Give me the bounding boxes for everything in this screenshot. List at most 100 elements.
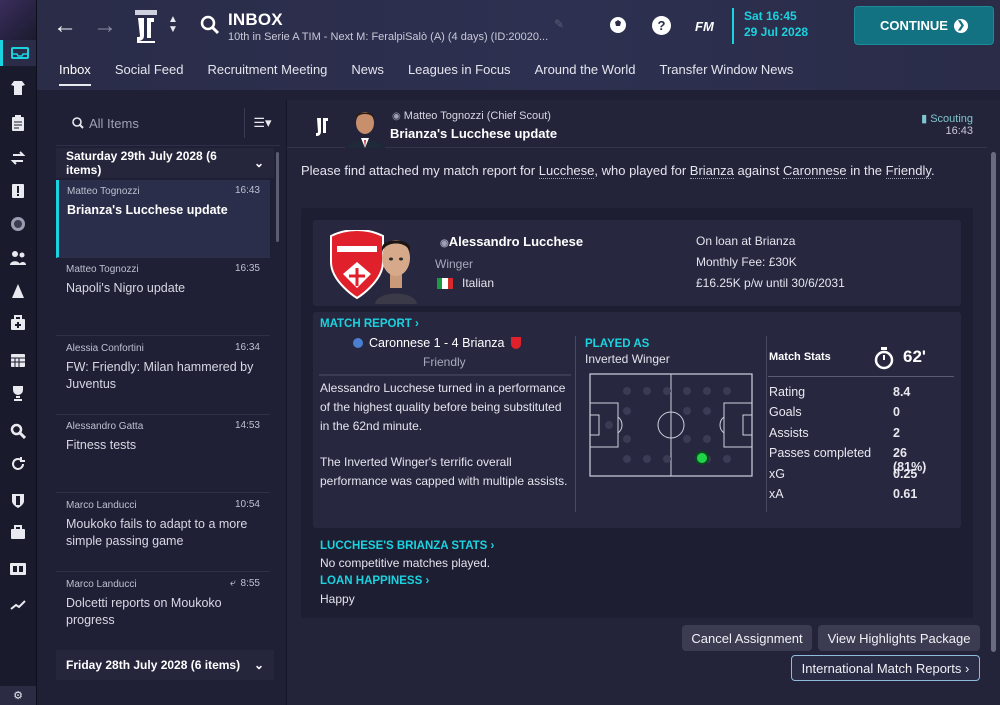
tag-icon: ▮	[921, 113, 928, 125]
match-report-link[interactable]: MATCH REPORT ›	[320, 318, 419, 330]
help-icon[interactable]: ?	[652, 16, 671, 35]
loan-happiness-link[interactable]: LOAN HAPPINESS ›	[320, 575, 429, 587]
alert-nav-icon[interactable]	[0, 178, 36, 204]
list-item[interactable]: Marco Landucci ⤶ 8:55 Dolcetti reports o…	[56, 573, 270, 651]
list-item[interactable]: Alessandro Gatta 14:53 Fitness tests	[56, 415, 270, 493]
list-scrollbar[interactable]	[276, 152, 279, 242]
divider	[766, 336, 767, 512]
refresh-nav-icon[interactable]	[0, 451, 36, 477]
list-search-bar[interactable]: All Items ☰▾	[56, 100, 280, 146]
player-link[interactable]: Lucchese	[538, 163, 595, 179]
intro-text: against	[733, 163, 784, 178]
stat-label: Assists	[769, 426, 809, 440]
transfers-nav-icon[interactable]	[0, 145, 36, 171]
stat-label: Goals	[769, 405, 802, 419]
message-subject: Napoli's Nigro update	[66, 281, 186, 295]
message-from: Matteo Tognozzi	[67, 186, 140, 197]
fm-menu-button[interactable]: FM	[695, 19, 714, 34]
person-icon: ◉	[392, 111, 401, 122]
divider	[319, 374, 571, 376]
news-ball-icon[interactable]	[609, 16, 627, 34]
match-result[interactable]: Caronnese 1 - 4 Brianza	[353, 336, 521, 350]
competitions-nav-icon[interactable]	[0, 211, 36, 237]
divider	[575, 336, 576, 512]
player-name[interactable]: ◉Alessandro Lucchese	[440, 234, 583, 249]
inbox-tabs: Inbox Social Feed Recruitment Meeting Ne…	[47, 60, 805, 86]
club-switch-chevrons-icon[interactable]: ▲ ▼	[168, 15, 178, 35]
message-subject: Brianza's Lucchese update	[67, 203, 228, 217]
inbox-nav-icon[interactable]	[0, 40, 36, 66]
medical-nav-icon[interactable]	[0, 310, 36, 336]
intro-text: .	[930, 163, 935, 178]
game-logo-icon[interactable]	[0, 0, 36, 40]
stat-row: Passes completed 26 (81%)	[769, 446, 926, 474]
top-header: ← → ▲ ▼ INBOX 10th in Serie A TIM - Next …	[37, 0, 1000, 90]
scout-avatar[interactable]	[345, 106, 385, 148]
continue-button[interactable]: CONTINUE ❯	[854, 6, 994, 45]
tab-news[interactable]: News	[339, 60, 396, 86]
divider	[768, 376, 954, 377]
club-crest-icon[interactable]	[135, 10, 157, 44]
tactics-nav-icon[interactable]	[0, 110, 36, 136]
category-tag-label: Scouting	[930, 113, 973, 125]
training-nav-icon[interactable]	[0, 278, 36, 304]
tab-inbox[interactable]: Inbox	[47, 60, 103, 86]
competition-link[interactable]: Friendly	[885, 163, 931, 179]
schedule-nav-icon[interactable]	[0, 347, 36, 373]
message-from: Matteo Tognozzi	[66, 264, 139, 275]
home-club-icon	[353, 338, 363, 348]
forward-arrow-icon[interactable]: →	[93, 14, 117, 38]
chevron-down-icon: ⌄	[253, 658, 264, 672]
club-link[interactable]: Brianza	[689, 163, 734, 179]
search-icon[interactable]	[200, 15, 220, 35]
game-date-box[interactable]: Sat 16:45 29 Jul 2028	[732, 8, 808, 44]
settings-gear-icon[interactable]: ⚙	[0, 686, 36, 705]
sender-name[interactable]: ◉ Matteo Tognozzi (Chief Scout)	[392, 110, 551, 122]
message-time: 16:43	[234, 185, 260, 196]
player-wage: £16.25K p/w until 30/6/2031	[696, 276, 845, 290]
edit-pencil-icon[interactable]: ✎	[554, 17, 564, 31]
trophy-nav-icon[interactable]	[0, 380, 36, 406]
list-item[interactable]: Marco Landucci 10:54 Moukoko fails to ad…	[56, 494, 270, 572]
detail-scrollbar[interactable]	[991, 152, 996, 652]
scouting-nav-icon[interactable]	[0, 418, 36, 444]
back-arrow-icon[interactable]: ←	[53, 14, 77, 38]
pitch-position-diagram	[589, 373, 753, 477]
squad-nav-icon[interactable]	[0, 75, 36, 101]
loan-fee: Monthly Fee: £30K	[696, 255, 797, 269]
tab-around-the-world[interactable]: Around the World	[523, 60, 648, 86]
report-paragraph: The Inverted Winger's terrific overall p…	[320, 455, 568, 488]
tab-transfer-window-news[interactable]: Transfer Window News	[648, 60, 806, 86]
list-item[interactable]: Matteo Tognozzi 16:35 Napoli's Nigro upd…	[56, 258, 270, 336]
player-avatar[interactable]	[371, 226, 421, 304]
dev-centre-nav-icon[interactable]	[0, 556, 36, 582]
tab-social-feed[interactable]: Social Feed	[103, 60, 196, 86]
group-header[interactable]: Friday 28th July 2028 (6 items) ⌄	[56, 650, 274, 680]
finances-nav-icon[interactable]	[0, 520, 36, 546]
loan-status: On loan at Brianza	[696, 234, 796, 248]
message-title: Brianza's Lucchese update	[390, 126, 558, 141]
category-tag[interactable]: ▮ Scouting 16:43	[921, 112, 973, 137]
opponent-link[interactable]: Caronnese	[783, 163, 847, 179]
message-time: 14:53	[234, 420, 260, 431]
list-item[interactable]: Alessia Confortini 16:34 FW: Friendly: M…	[56, 337, 270, 415]
continue-arrow-icon: ❯	[953, 18, 968, 33]
tab-leagues-in-focus[interactable]: Leagues in Focus	[396, 60, 523, 86]
cancel-assignment-button[interactable]: Cancel Assignment	[682, 625, 812, 651]
international-match-reports-button[interactable]: International Match Reports ›	[791, 655, 980, 681]
list-item[interactable]: Matteo Tognozzi 16:43 Brianza's Lucchese…	[56, 180, 270, 258]
staff-nav-icon[interactable]	[0, 245, 36, 271]
stat-label: Rating	[769, 385, 806, 399]
player-club-stats-link[interactable]: LUCCHESE'S BRIANZA STATS ›	[320, 540, 494, 552]
stat-row: xA 0.61	[769, 487, 917, 501]
sort-menu-icon[interactable]: ☰▾	[244, 108, 280, 138]
message-from: Marco Landucci	[66, 500, 137, 511]
stats-nav-icon[interactable]	[0, 592, 36, 618]
minutes-played: 62'	[903, 347, 926, 366]
club-nav-icon[interactable]	[0, 488, 36, 514]
view-highlights-button[interactable]: View Highlights Package	[818, 625, 980, 651]
tab-recruitment-meeting[interactable]: Recruitment Meeting	[195, 60, 339, 86]
message-time: 16:35	[234, 263, 260, 274]
list-filter-placeholder[interactable]: All Items	[89, 116, 139, 131]
group-header[interactable]: Saturday 29th July 2028 (6 items) ⌄	[56, 148, 274, 178]
